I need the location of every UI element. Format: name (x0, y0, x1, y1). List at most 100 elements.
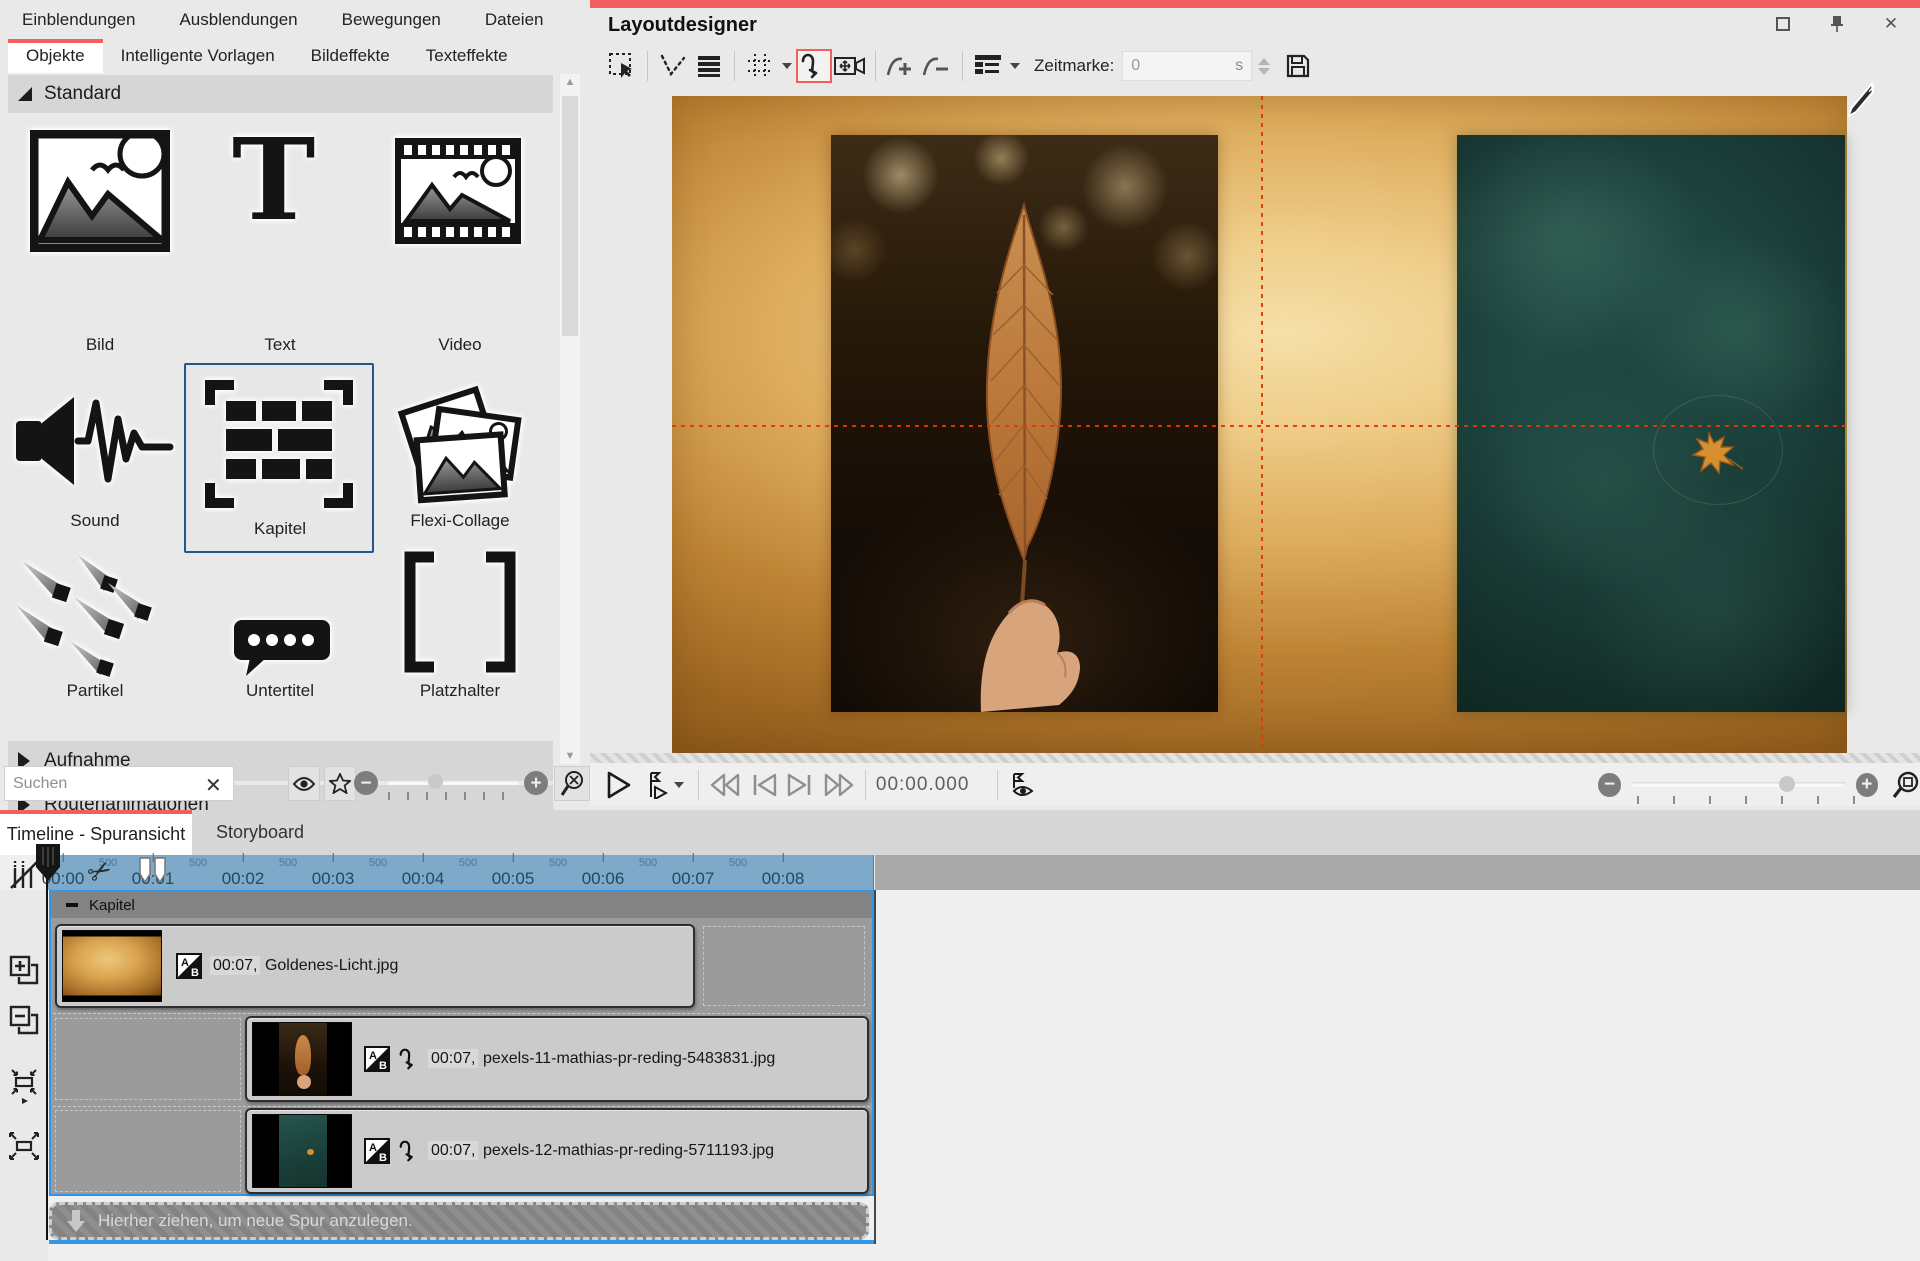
play-from-marker-button[interactable] (646, 767, 668, 803)
item-thumbnail-pexels-12 (252, 1114, 352, 1188)
ruler-minor-label: 500 (729, 857, 747, 869)
timeline-item-goldenes-licht[interactable]: A B 00:07, Goldenes-Licht.jpg (55, 924, 695, 1008)
tab-dateien[interactable]: Dateien (463, 10, 566, 30)
canvas-resize-grip[interactable] (590, 753, 1920, 763)
favorites-filter-button[interactable] (324, 766, 356, 801)
pin-button[interactable] (1820, 10, 1854, 38)
remove-curve-button[interactable] (919, 49, 955, 83)
layers-button[interactable] (691, 49, 727, 83)
tab-ausblendungen[interactable]: Ausblendungen (157, 10, 319, 30)
play-button[interactable] (606, 767, 632, 803)
text-icon[interactable]: T (232, 125, 315, 237)
objects-scrollbar-thumb[interactable] (562, 96, 578, 336)
thumb-size-slider-handle[interactable] (428, 774, 443, 789)
tab-bildeffekte[interactable]: Bildeffekte (293, 41, 408, 73)
section-standard[interactable]: Standard (8, 75, 553, 113)
object-item-sound[interactable] (12, 383, 177, 503)
canvas-zoom-slider[interactable] (1631, 782, 1846, 787)
add-curve-button[interactable] (883, 49, 919, 83)
camera-pan-button[interactable] (832, 49, 868, 83)
spinner-up-icon[interactable] (1258, 58, 1270, 65)
object-item-partikel[interactable] (12, 553, 162, 683)
camera-icon (834, 54, 866, 78)
tab-bewegungen[interactable]: Bewegungen (320, 10, 463, 30)
layoutdesigner-title: Layoutdesigner (608, 14, 757, 37)
previous-button[interactable] (751, 767, 777, 803)
object-item-video[interactable] (392, 135, 524, 252)
tab-einblendungen[interactable]: Einblendungen (0, 10, 157, 30)
search-input[interactable] (4, 766, 234, 801)
preview-zoom-button[interactable] (554, 766, 590, 801)
scroll-down-icon[interactable]: ▼ (560, 750, 580, 762)
track-separator (53, 1106, 870, 1107)
grid-dropdown-icon[interactable] (782, 63, 792, 69)
ruler-minor-label: 500 (189, 857, 207, 869)
object-item-bild[interactable] (30, 130, 170, 252)
play-options-dropdown-icon[interactable] (674, 782, 684, 788)
enlarge-view-button[interactable] (6, 1128, 42, 1164)
canvas-photo-water-leaf[interactable] (1457, 135, 1845, 712)
floating-leaf-illustration (1689, 429, 1745, 477)
window-controls: ✕ (1766, 10, 1908, 38)
chapter-group-header[interactable]: Kapitel (51, 892, 872, 918)
collapse-all-tracks-button[interactable] (6, 1002, 42, 1038)
playhead-line[interactable] (46, 855, 48, 1240)
object-item-platzhalter[interactable] (400, 551, 520, 678)
shrink-view-button[interactable] (6, 1068, 42, 1104)
fast-forward-button[interactable] (823, 767, 855, 803)
tab-objekte[interactable]: Objekte (8, 39, 103, 73)
object-item-flexi-collage[interactable] (395, 371, 530, 511)
item-filename: pexels-12-mathias-pr-reding-5711193.jpg (483, 1142, 774, 1159)
new-track-drop-zone[interactable]: Hierher ziehen, um neue Spur anzulegen. (49, 1202, 869, 1240)
search-clear-icon[interactable]: ✕ (205, 773, 222, 798)
toolbar-separator (647, 51, 648, 81)
playhead-flag[interactable] (34, 843, 62, 883)
tab-intelligente-vorlagen[interactable]: Intelligente Vorlagen (103, 41, 293, 73)
zoom-fit-button[interactable] (1892, 767, 1920, 803)
timeline-ruler[interactable]: 00:00 00:01 00:02 00:03 00:04 00:05 00:0… (48, 855, 874, 890)
thumb-size-slider[interactable] (386, 780, 520, 785)
collapse-group-icon[interactable] (65, 898, 79, 912)
pin-icon (1830, 15, 1844, 33)
object-list-button[interactable] (970, 49, 1006, 83)
visibility-toggle-button[interactable] (288, 766, 320, 801)
zoom-in-icon[interactable]: + (524, 771, 548, 795)
range-marker[interactable] (138, 857, 168, 883)
placeholder-icon (400, 551, 520, 673)
select-tool-button[interactable] (604, 49, 640, 83)
canvas-photo-leaf-hand[interactable] (831, 135, 1218, 712)
grid-button[interactable] (742, 49, 778, 83)
close-button[interactable]: ✕ (1874, 10, 1908, 38)
next-button[interactable] (787, 767, 813, 803)
save-layout-button[interactable] (1280, 49, 1316, 83)
rewind-button[interactable] (709, 767, 741, 803)
object-item-untertitel[interactable] (232, 618, 332, 685)
chapter-track-group[interactable]: Kapitel A B 00:07, Goldenes-Licht.jpg (49, 890, 874, 1196)
layout-canvas[interactable] (672, 96, 1847, 753)
svg-text:B: B (191, 967, 199, 979)
motion-path-points-button[interactable] (655, 49, 691, 83)
list-dropdown-icon[interactable] (1010, 63, 1020, 69)
zoom-out-icon[interactable]: − (354, 771, 378, 795)
timeline-item-pexels-12[interactable]: A B 00:07, pexels-12-mathias-pr-reding-5… (245, 1108, 869, 1194)
canvas-zoom-slider-handle[interactable] (1779, 776, 1795, 792)
tab-timeline-spuransicht[interactable]: Timeline - Spuransicht (0, 810, 192, 855)
canvas-zoom-out-icon[interactable]: − (1598, 773, 1620, 797)
ruler-minor-label: 500 (279, 857, 297, 869)
maximize-button[interactable] (1766, 10, 1800, 38)
canvas-zoom-in-icon[interactable]: + (1856, 773, 1878, 797)
playback-separator (698, 770, 699, 800)
timeline-item-pexels-11[interactable]: A B 00:07, pexels-11-mathias-pr-reding-5… (245, 1016, 869, 1102)
spinner-down-icon[interactable] (1258, 68, 1270, 75)
zeitmarke-spinner[interactable] (1258, 58, 1270, 75)
motion-curve-button-active[interactable] (796, 49, 832, 83)
track-area-edge (874, 890, 876, 1244)
marker-eye-icon (1008, 772, 1036, 798)
expand-all-tracks-button[interactable] (6, 952, 42, 988)
marker-preview-button[interactable] (1008, 767, 1036, 803)
zoom-slider-ticks (1637, 796, 1857, 804)
zeitmarke-input[interactable]: 0 s (1122, 51, 1252, 81)
scroll-up-icon[interactable]: ▲ (560, 76, 580, 88)
tab-storyboard[interactable]: Storyboard (192, 810, 328, 855)
tab-texteffekte[interactable]: Texteffekte (408, 41, 526, 73)
